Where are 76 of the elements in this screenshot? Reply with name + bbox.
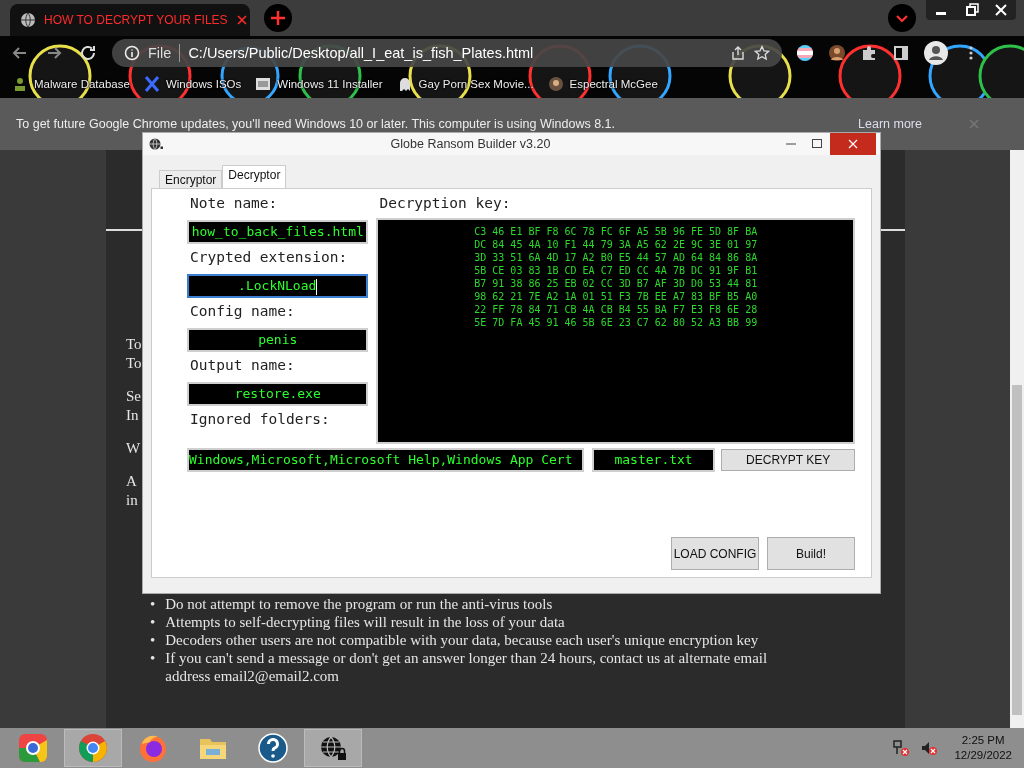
- bullet-marker: •: [150, 595, 156, 613]
- window-controls[interactable]: [926, 0, 1016, 20]
- chrome-icon: [77, 732, 109, 764]
- key-line: 98 62 21 7E A2 1A 01 51 F3 7B EE A7 83 BF B5 A0: [473, 290, 759, 303]
- globe-icon: [149, 138, 163, 150]
- browser-tab[interactable]: HOW TO DECRYPT YOUR FILES: [10, 4, 250, 36]
- key-line: 5E 7D FA 45 91 46 5B 6E 23 C7 62 80 52 A3 BB 99: [473, 316, 759, 329]
- profile-icon[interactable]: [924, 41, 948, 65]
- info-icon[interactable]: [124, 45, 140, 61]
- key-text-area[interactable]: [376, 218, 855, 444]
- avatar-icon[interactable]: [828, 44, 846, 62]
- text-field[interactable]: master.txt: [591, 448, 716, 472]
- update-message: To get future Google Chrome updates, you'll need Windows 10 or later. This computer is using Windows 8.1.: [16, 117, 615, 131]
- chevron-icon[interactable]: [888, 4, 916, 32]
- action-button[interactable]: Build!: [767, 537, 855, 570]
- text-field[interactable]: how_to_back_files.html: [187, 220, 369, 244]
- key-line: DC 84 45 4A 10 F1 44 79 3A A5 62 2E 9C 3E 01 97: [473, 238, 759, 251]
- person-icon: [12, 76, 28, 92]
- field-label: Crypted extension:: [189, 248, 349, 267]
- warning-item: If you can't send a message or don't get an answer longer than 24 hours, contact us at alternate email address email2@email2.com: [165, 649, 769, 685]
- field-label: Ignored folders:: [189, 410, 331, 429]
- field-label: Output name:: [189, 356, 296, 375]
- text-field[interactable]: restore.exe: [187, 382, 369, 406]
- key-line: C3 46 E1 BF F8 6C 78 FC 6F A5 5B 96 FE 5D 8F BA: [473, 225, 759, 238]
- key-line: 22 FF 78 84 71 CB 4A CB B4 55 BA F7 E3 F8 6E 28: [473, 303, 759, 316]
- scrollbar[interactable]: [1010, 150, 1024, 728]
- address-bar[interactable]: File C:/Users/Public/Desktop/all_I_eat_is_fish_Plates.html: [112, 39, 782, 67]
- url-text: C:/Users/Public/Desktop/all_I_eat_is_fish_Plates.html: [188, 45, 534, 61]
- page-text: To: [126, 335, 142, 354]
- reload-icon[interactable]: [78, 43, 98, 63]
- page-text: in: [126, 491, 138, 510]
- bullet-marker: •: [150, 631, 156, 649]
- image-icon: [255, 76, 272, 92]
- key-line: 3D 33 51 6A 4D 17 A2 B0 E5 44 57 AD 64 84 86 8A: [473, 251, 759, 264]
- bullet-marker: •: [150, 613, 156, 631]
- page-text: To: [126, 354, 142, 373]
- clock[interactable]: 2:25 PM 12/29/2022: [954, 733, 1012, 763]
- page-text: In: [126, 406, 139, 425]
- tab[interactable]: Decryptor: [222, 165, 287, 188]
- text-field[interactable]: Windows,Microsoft,Microsoft Help,Windows App Cert: [187, 448, 584, 472]
- key-line: 5B CE 03 83 1B CD EA C7 ED CC 4A 7B DC 91 9F B1: [473, 264, 759, 277]
- clock-time: 2:25 PM: [961, 733, 1005, 748]
- warning-item: Decoders other users are not compatible with your data, because each user's unique encryption key: [165, 631, 759, 649]
- warning-item: Do not attempt to remove the program or run the anti-virus tools: [165, 595, 553, 613]
- scheme-label: File: [148, 45, 172, 61]
- share-icon[interactable]: [730, 45, 746, 61]
- help-icon: [257, 732, 289, 764]
- scrollbar-thumb[interactable]: [1012, 385, 1022, 715]
- clock-date: 12/29/2022: [954, 748, 1012, 763]
- sidebar-icon[interactable]: [892, 44, 910, 62]
- tab-title: HOW TO DECRYPT YOUR FILES: [44, 13, 228, 27]
- decrypt-key-button[interactable]: DECRYPT KEY: [721, 449, 855, 471]
- star-icon[interactable]: [754, 45, 770, 61]
- page-text: A: [126, 472, 137, 491]
- key-line: B7 91 38 86 25 EB 02 CC 3D B7 AF 3D D0 53 44 81: [473, 277, 759, 290]
- globe-icon: [20, 12, 36, 28]
- puzzle-icon[interactable]: [860, 44, 878, 62]
- network-icon[interactable]: [892, 739, 911, 757]
- tab[interactable]: Encryptor: [159, 170, 223, 188]
- page-text: Se: [126, 387, 141, 406]
- warning-item: Attempts to self-decrypting files will result in the loss of your data: [165, 613, 565, 631]
- text-field[interactable]: penis: [187, 328, 369, 352]
- bullet-marker: •: [150, 649, 156, 668]
- field-label: Config name:: [189, 302, 296, 321]
- taskbar-button[interactable]: [304, 729, 362, 767]
- browser-icon: [17, 732, 49, 764]
- action-button[interactable]: LOAD CONFIG: [671, 537, 759, 570]
- plus-icon[interactable]: [264, 4, 292, 32]
- learn-more-link[interactable]: Learn more: [858, 117, 922, 131]
- text-field[interactable]: .LockNLoad: [187, 274, 369, 298]
- avatar-icon: [547, 76, 564, 92]
- page-text: W: [126, 439, 141, 458]
- field-label: Decryption key:: [378, 194, 512, 213]
- x-icon: [143, 76, 160, 92]
- window-title: Globe Ransom Builder v3.20: [389, 137, 552, 151]
- field-label: Note name:: [189, 194, 279, 213]
